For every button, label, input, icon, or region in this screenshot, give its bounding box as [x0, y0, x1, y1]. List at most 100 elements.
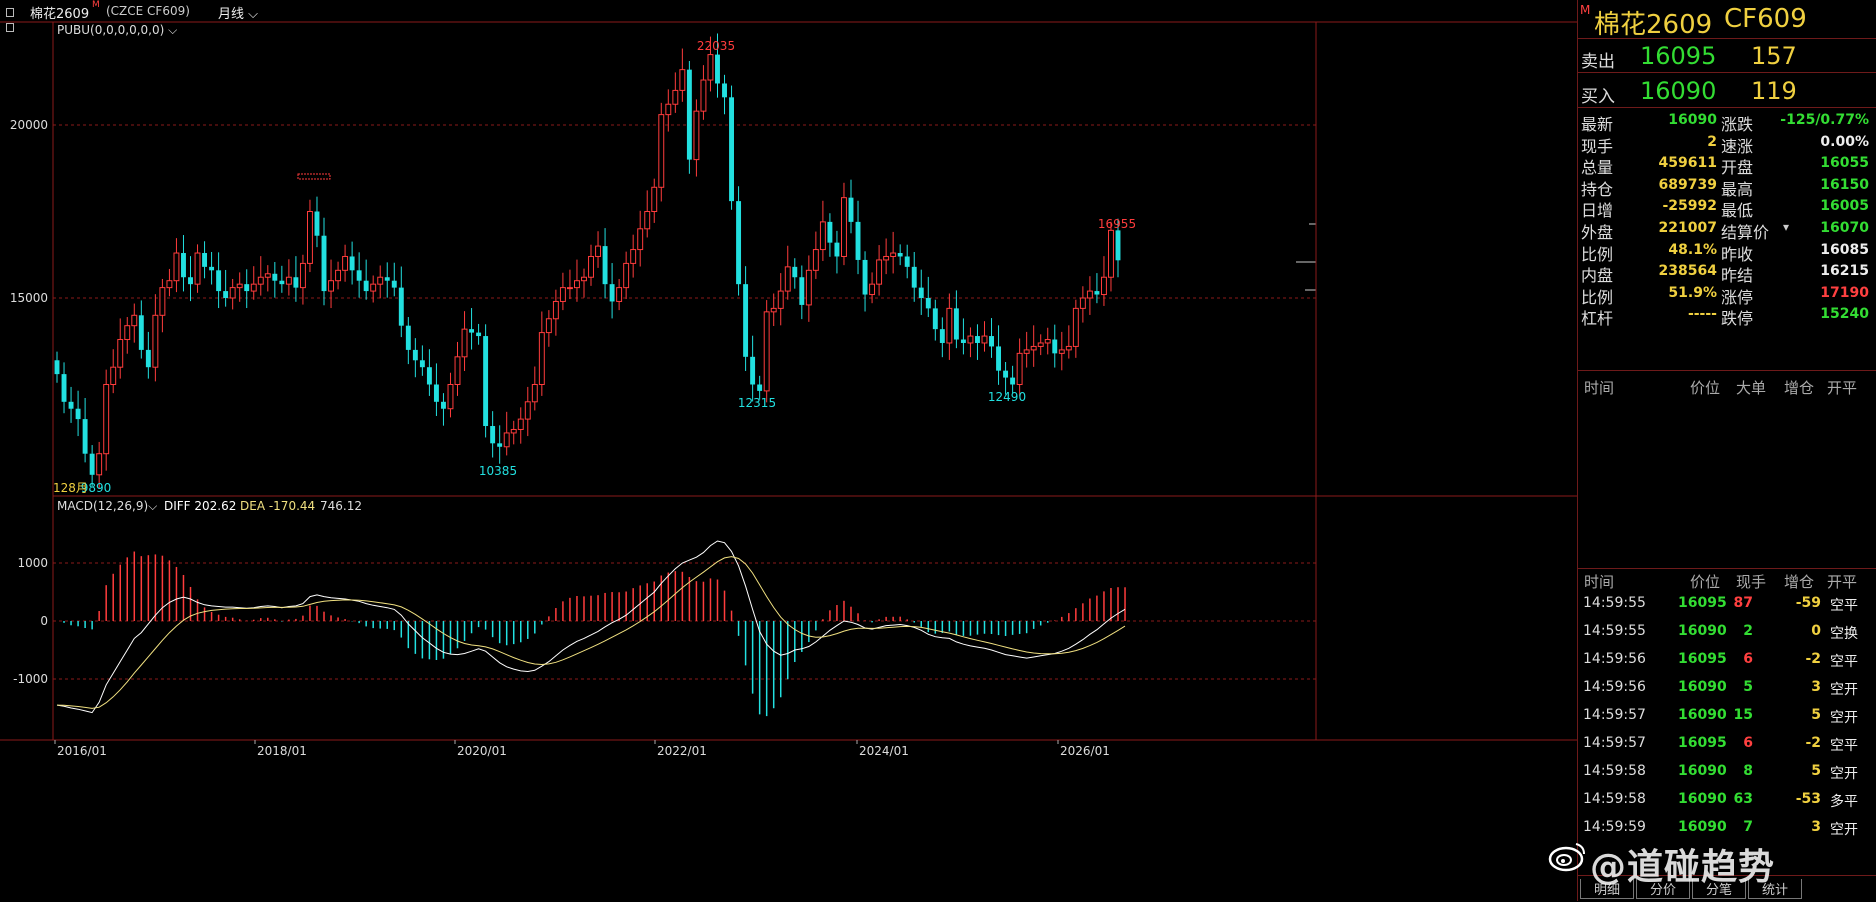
candle-body-up: [595, 245, 601, 257]
big-order-list: [1578, 400, 1876, 569]
tick-volume: 87: [1733, 595, 1753, 611]
candle-body-down: [398, 287, 404, 326]
column-header: 价位: [1690, 573, 1721, 591]
candle-body-down: [960, 339, 966, 343]
candle-body-down: [792, 266, 798, 278]
big-order-header: 时间 价位 大单 增仓 开平: [1578, 372, 1876, 400]
tick-row: 14:59:55 16090 2 0 空换: [1578, 618, 1876, 646]
candle-body-down: [602, 246, 608, 285]
stat-value: -----: [1687, 306, 1717, 323]
candle-body-down: [743, 284, 749, 357]
macd-tick-label: 0: [40, 614, 48, 628]
candle-body-up: [166, 280, 173, 289]
candle-body-down: [202, 253, 208, 267]
column-header: 时间: [1584, 379, 1615, 397]
candle-body-up: [679, 69, 686, 91]
candle-body-up: [110, 366, 117, 386]
stat-value: 15240: [1820, 306, 1869, 323]
stat-row: 杠杆 ----- 跌停 15240: [1578, 302, 1876, 328]
tick-time: 14:59:55: [1583, 623, 1646, 639]
candle-body-up: [454, 356, 461, 386]
candle-body-up: [545, 318, 552, 334]
candle-body-down: [356, 270, 362, 281]
candle-body-up: [869, 283, 876, 296]
price-annotation: 10385: [479, 464, 517, 478]
candle-body-up: [876, 259, 883, 285]
candle-body-up: [250, 283, 257, 292]
tick-time: 14:59:58: [1583, 763, 1646, 779]
candle-body-up: [1023, 349, 1030, 354]
candle-body-down: [244, 284, 250, 292]
stat-value: 221007: [1658, 220, 1717, 236]
candle-body-up: [693, 110, 700, 161]
candle-body-up: [1065, 345, 1072, 351]
chevron-down-icon: ⌵: [244, 7, 259, 22]
bid-price[interactable]: 16090: [1640, 77, 1716, 105]
tick-price: 16090: [1678, 707, 1727, 723]
candle-body-down: [855, 221, 861, 260]
tick-price: 16095: [1678, 595, 1727, 611]
candle-body-down: [223, 291, 229, 298]
candle-body-down: [1094, 291, 1100, 295]
candle-body-down: [932, 308, 938, 330]
macd-value-label: 746.12: [320, 499, 362, 513]
chart-titlebar: 棉花2609 M (CZCE CF609) 月线 ⌵: [0, 0, 1577, 32]
tick-type: 空开: [1830, 710, 1858, 726]
candle-body-down: [799, 277, 805, 305]
candle-body-up: [644, 211, 651, 230]
dropdown-arrow-icon[interactable]: ▾: [1783, 220, 1789, 234]
candle-body-down: [497, 443, 503, 447]
candle-body-down: [490, 426, 496, 444]
candle-body-up: [630, 249, 637, 264]
candle-body-up: [616, 287, 623, 302]
stat-value: -25992: [1662, 198, 1717, 215]
tick-row: 14:59:56 16095 6 -2 空平: [1578, 646, 1876, 674]
column-header: 大单: [1736, 379, 1767, 397]
stat-value: 16055: [1820, 155, 1869, 172]
tick-oi-change: 5: [1811, 707, 1821, 723]
kline-chart[interactable]: 15000 20000 1000 0 -1000 2016/01 2018/01 2020/0…: [0, 0, 1577, 901]
candle-body-down: [996, 346, 1002, 371]
candle-body-down: [181, 253, 186, 278]
exchange-code: (CZCE CF609): [106, 4, 190, 18]
period-selector[interactable]: 月线 ⌵: [218, 3, 258, 22]
candle-body-down: [911, 266, 917, 288]
candle-body-up: [257, 276, 264, 285]
stat-value: 2: [1707, 133, 1717, 150]
tick-price: 16090: [1678, 679, 1727, 695]
tick-time: 14:59:57: [1583, 707, 1646, 723]
window-icon[interactable]: [6, 6, 22, 32]
candle-body-down: [314, 211, 320, 236]
tick-type: 空平: [1830, 738, 1858, 754]
candle-body-down: [897, 253, 903, 257]
candle-body-up: [700, 79, 707, 112]
candle-body-down: [363, 280, 369, 292]
candle-body-down: [834, 242, 840, 257]
candle-body-down: [89, 453, 95, 475]
candle-body-down: [862, 259, 868, 295]
symbol-label: 棉花2609: [30, 7, 90, 22]
candle-body-down: [216, 270, 222, 292]
candle-body-down: [1010, 377, 1016, 385]
tick-type: 空开: [1830, 822, 1858, 838]
candle-body-up: [377, 276, 384, 285]
candle-body-up: [447, 384, 454, 410]
column-header: 价位: [1690, 379, 1721, 397]
candle-body-up: [1079, 297, 1086, 309]
candle-body-up: [588, 255, 594, 278]
quote-mark: M: [1580, 3, 1591, 17]
main-indicator-label[interactable]: PUBU(0,0,0,0,0,0) ⌵: [57, 23, 177, 37]
macd-diff-label: DIFF 202.62: [164, 499, 236, 513]
candle-body-down: [440, 401, 446, 409]
candle-body-up: [131, 314, 138, 327]
candle-body-down: [904, 256, 910, 267]
tick-oi-change: 0: [1811, 623, 1821, 639]
candle-body-up: [841, 197, 847, 257]
candle-body-up: [946, 307, 953, 344]
stat-value: 16070: [1820, 220, 1869, 236]
ask-price[interactable]: 16095: [1640, 42, 1716, 70]
ask-label: 卖出: [1581, 52, 1615, 72]
stat-value: 48.1%: [1668, 241, 1717, 258]
tick-type: 空换: [1830, 626, 1858, 642]
tick-price: 16090: [1678, 763, 1727, 779]
